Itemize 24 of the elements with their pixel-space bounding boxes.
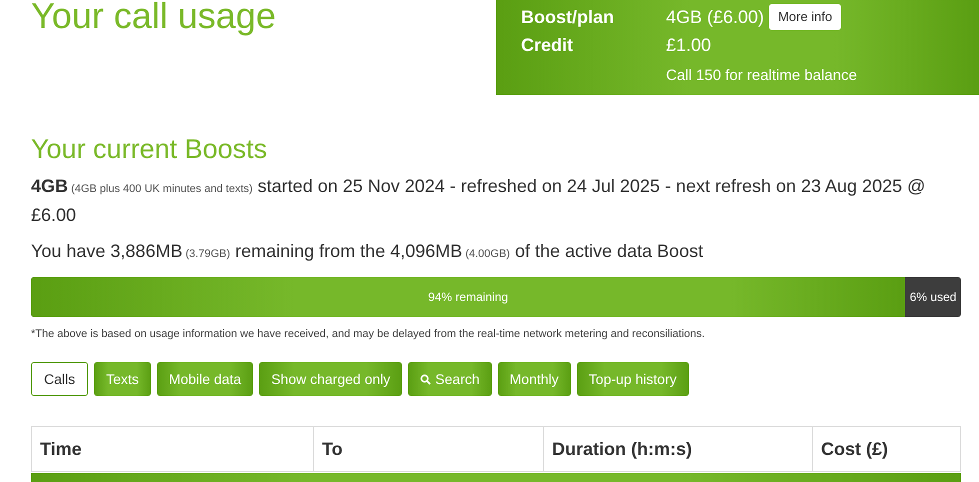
summary-label: Credit bbox=[521, 34, 574, 56]
section-heading: Your current Boosts bbox=[31, 133, 268, 166]
filter-button[interactable]: Show charged only bbox=[259, 362, 402, 396]
column-header: Time bbox=[39, 438, 83, 461]
summary-value: 4GB (£6.00) bbox=[666, 6, 764, 29]
column-header: Duration (h:m:s) bbox=[543, 427, 812, 472]
filter-button[interactable]: Calls bbox=[31, 362, 88, 396]
summary-value: £1.00 bbox=[666, 34, 712, 56]
filter-button[interactable]: Top-up history bbox=[576, 362, 689, 396]
filter-button[interactable]: Mobile data bbox=[156, 362, 254, 396]
more-info-button[interactable]: More info bbox=[769, 4, 842, 30]
column-header: Cost (£) bbox=[812, 427, 962, 472]
filter-button[interactable]: Search bbox=[408, 362, 492, 396]
summary-label: Boost/plan bbox=[521, 6, 615, 29]
disclaimer-note: *The above is based on usage information we have received, and may be delayed from the real-time network metering and reconsiliations. bbox=[31, 326, 706, 342]
filter-button[interactable]: Texts bbox=[94, 362, 151, 396]
filter-button[interactable]: Monthly bbox=[498, 362, 571, 396]
summary-value: Call 150 for realtime balance bbox=[666, 66, 857, 86]
page-title: Your call usage bbox=[31, 0, 277, 34]
search-icon bbox=[420, 374, 432, 385]
remaining-label: 94% remaining bbox=[428, 288, 508, 306]
column-header: To bbox=[313, 427, 543, 472]
data-remaining-text: You have 3,886MB (3.79GB) remaining from the 4,096MB (4.00GB) of the active data Boost bbox=[31, 240, 704, 263]
used-label: 6% used bbox=[910, 288, 956, 306]
